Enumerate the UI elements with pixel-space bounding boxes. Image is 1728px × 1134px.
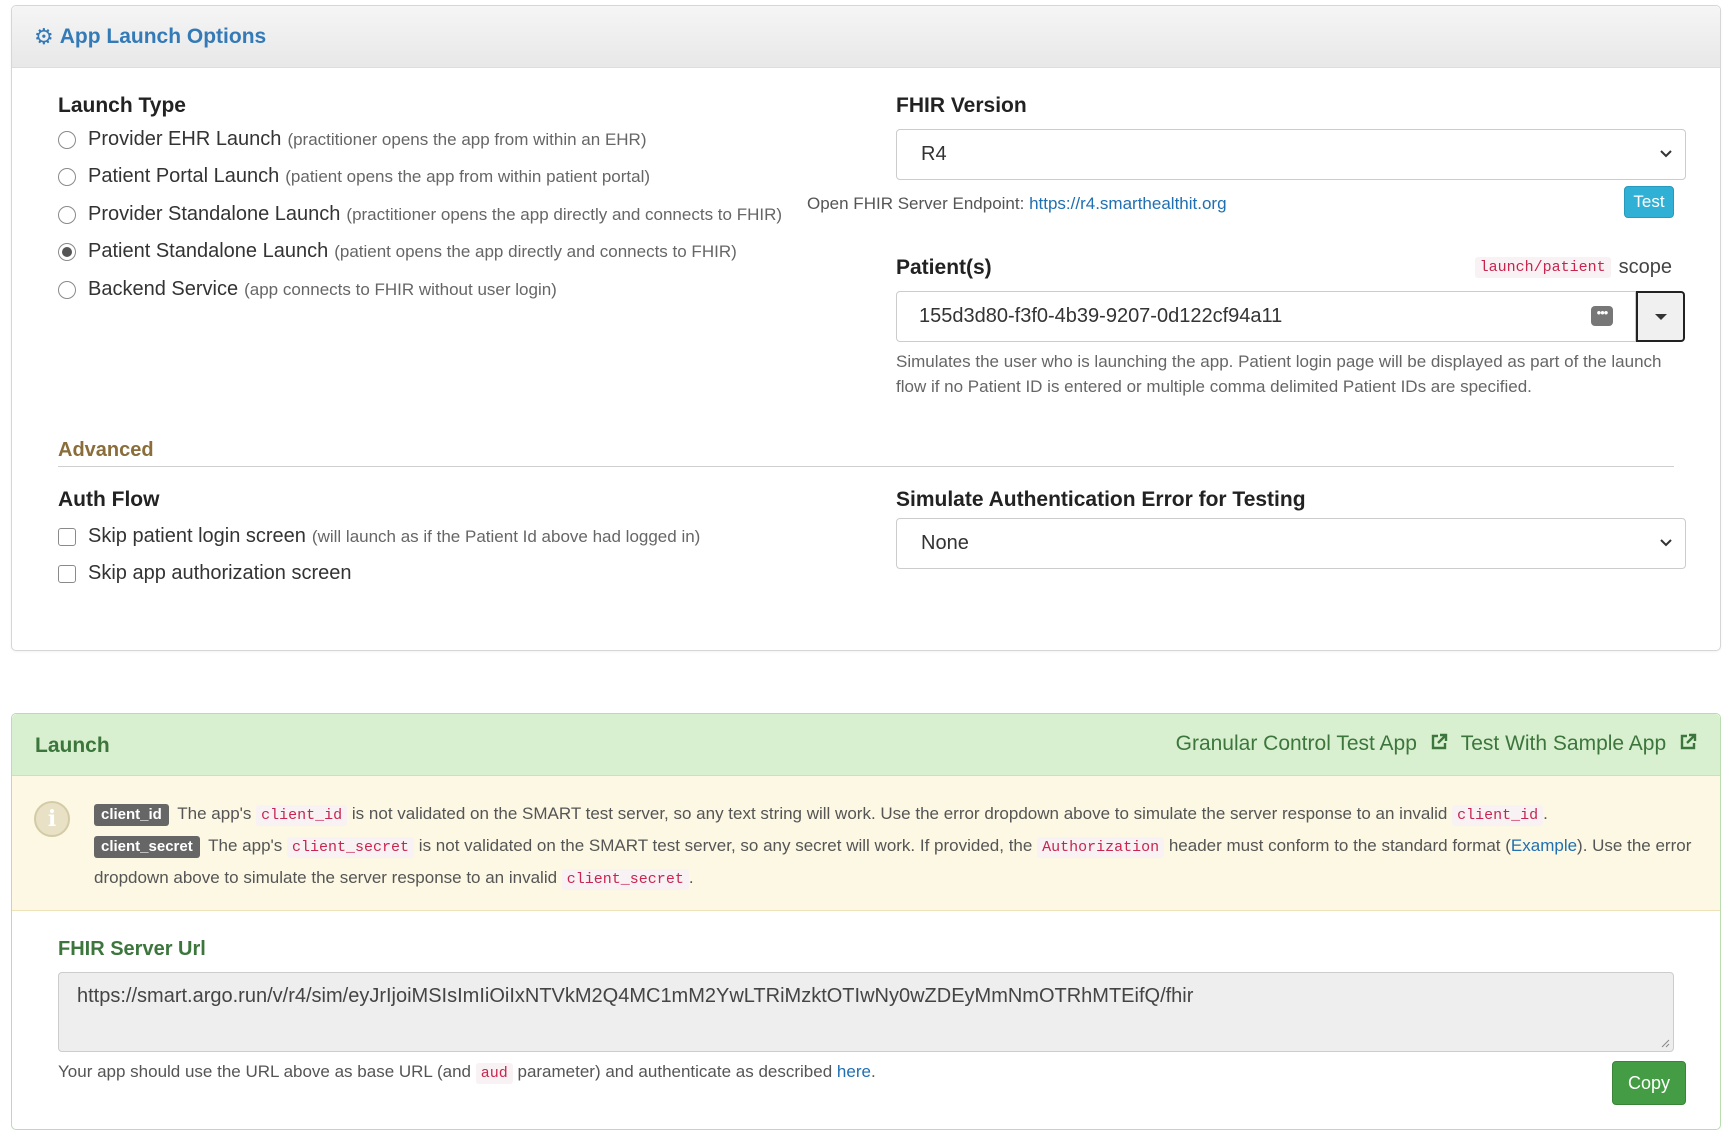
fhir-version-label: FHIR Version xyxy=(896,94,1027,117)
code-aud: aud xyxy=(475,1063,513,1084)
patients-help-text: Simulates the user who is launching the … xyxy=(896,352,1662,396)
radio-provider-standalone-launch[interactable]: Provider Standalone Launch (practitioner… xyxy=(58,203,782,226)
gear-icon: ⚙ xyxy=(34,23,54,49)
scope-word: scope xyxy=(1618,256,1672,278)
chevron-down-icon xyxy=(1660,539,1672,547)
auth-error-label: Simulate Authentication Error for Testin… xyxy=(896,488,1306,511)
fhir-server-url-label: FHIR Server Url xyxy=(58,938,206,960)
fhir-version-select[interactable]: R4 xyxy=(896,129,1686,180)
radio-button[interactable] xyxy=(58,280,76,299)
app-launch-options-panel: ⚙ App Launch Options Launch Type Provide… xyxy=(11,5,1721,651)
radio-label: Provider EHR Launch xyxy=(88,128,282,150)
radio-patient-standalone-launch[interactable]: Patient Standalone Launch (patient opens… xyxy=(58,240,737,263)
patient-id-input[interactable]: 155d3d80-f3f0-4b39-9207-0d122cf94a11 ••• xyxy=(896,291,1636,342)
fhir-version-value: R4 xyxy=(921,143,947,165)
code-authorization: Authorization xyxy=(1037,837,1165,858)
help-text-fragment: Your app should use the URL above as bas… xyxy=(58,1062,471,1081)
info-text-fragment: header must conform to the standard form… xyxy=(1168,836,1511,855)
fhir-endpoint-text: Open FHIR Server Endpoint: https://r4.sm… xyxy=(807,194,1227,214)
scope-code: launch/patient xyxy=(1474,257,1611,278)
code-client-id: client_id xyxy=(1452,805,1544,826)
example-link[interactable]: Example xyxy=(1511,836,1577,855)
code-client-secret: client_secret xyxy=(561,869,689,890)
external-link-icon xyxy=(1680,733,1697,750)
patient-picker-dropdown-button[interactable] xyxy=(1636,291,1685,342)
fhir-server-url-textarea[interactable]: https://smart.argo.run/v/r4/sim/eyJrIjoi… xyxy=(58,972,1674,1052)
info-icon: i xyxy=(34,801,70,837)
advanced-heading: Advanced xyxy=(58,439,154,461)
auth-error-value: None xyxy=(921,532,969,554)
link-label: Granular Control Test App xyxy=(1175,732,1417,755)
radio-hint: (practitioner opens the app directly and… xyxy=(346,204,783,224)
fhir-server-url-value: https://smart.argo.run/v/r4/sim/eyJrIjoi… xyxy=(77,985,1194,1007)
skip-auth-label: Skip app authorization screen xyxy=(88,562,352,584)
options-panel-header: ⚙ App Launch Options xyxy=(12,6,1720,68)
code-client-secret: client_secret xyxy=(287,837,415,858)
launch-type-label: Launch Type xyxy=(58,94,186,117)
info-text-fragment: is not validated on the SMART test serve… xyxy=(418,836,1033,855)
chevron-down-icon xyxy=(1660,150,1672,158)
caret-down-icon xyxy=(1654,313,1667,320)
patient-id-value: 155d3d80-f3f0-4b39-9207-0d122cf94a11 xyxy=(919,305,1283,327)
launch-panel: Launch Granular Control Test App Test Wi… xyxy=(11,713,1721,1130)
radio-label: Patient Standalone Launch xyxy=(88,240,329,262)
test-with-sample-app-link[interactable]: Test With Sample App xyxy=(1461,732,1698,756)
skip-login-hint: (will launch as if the Patient Id above … xyxy=(311,526,701,546)
radio-button[interactable] xyxy=(58,205,76,224)
radio-button[interactable] xyxy=(58,167,76,186)
scope-note: launch/patient scope xyxy=(1474,256,1672,279)
granular-control-test-app-link[interactable]: Granular Control Test App xyxy=(1176,732,1449,756)
advanced-divider xyxy=(58,466,1674,467)
radio-button-selected[interactable] xyxy=(58,242,76,261)
radio-hint: (practitioner opens the app from within … xyxy=(287,129,647,149)
radio-provider-ehr-launch[interactable]: Provider EHR Launch (practitioner opens … xyxy=(58,128,647,151)
radio-label: Backend Service xyxy=(88,278,239,300)
radio-button[interactable] xyxy=(58,130,76,149)
launch-panel-title: Launch xyxy=(35,734,110,757)
resize-handle-icon[interactable] xyxy=(1660,1038,1670,1048)
external-link-icon xyxy=(1431,733,1447,750)
copy-button[interactable]: Copy xyxy=(1612,1061,1686,1105)
skip-login-checkbox[interactable] xyxy=(58,527,76,546)
options-panel-title: App Launch Options xyxy=(59,24,267,48)
skip-auth-checkbox[interactable] xyxy=(58,564,76,583)
auth-flow-label: Auth Flow xyxy=(58,488,160,511)
auth-error-select[interactable]: None xyxy=(896,518,1686,569)
info-text-fragment: is not validated on the SMART test serve… xyxy=(351,804,1448,823)
radio-hint: (app connects to FHIR without user login… xyxy=(244,279,557,299)
link-label: Test With Sample App xyxy=(1460,732,1667,755)
here-link[interactable]: here xyxy=(837,1062,871,1081)
test-endpoint-button[interactable]: Test xyxy=(1624,186,1674,218)
client-id-badge: client_id xyxy=(94,804,169,826)
info-text: client_id The app's client_id is not val… xyxy=(94,804,1692,890)
radio-label: Patient Portal Launch xyxy=(88,165,280,187)
client-credentials-info: i client_id The app's client_id is not v… xyxy=(12,776,1720,911)
radio-patient-portal-launch[interactable]: Patient Portal Launch (patient opens the… xyxy=(58,165,650,188)
info-text-fragment: The app's xyxy=(208,836,283,855)
radio-hint: (patient opens the app from within patie… xyxy=(285,166,651,186)
radio-hint: (patient opens the app directly and conn… xyxy=(334,241,737,261)
radio-backend-service[interactable]: Backend Service (app connects to FHIR wi… xyxy=(58,278,557,301)
client-secret-badge: client_secret xyxy=(94,836,200,858)
skip-login-label: Skip patient login screen xyxy=(88,525,306,547)
help-text-fragment: parameter) and authenticate as described xyxy=(517,1062,833,1081)
fhir-url-help-text: Your app should use the URL above as bas… xyxy=(58,1062,876,1084)
endpoint-link[interactable]: https://r4.smarthealthit.org xyxy=(1029,194,1226,213)
help-text-fragment: . xyxy=(870,1062,876,1081)
radio-label: Provider Standalone Launch xyxy=(88,203,341,225)
skip-auth-checkbox-row[interactable]: Skip app authorization screen xyxy=(58,562,352,585)
code-client-id: client_id xyxy=(256,805,348,826)
skip-login-checkbox-row[interactable]: Skip patient login screen (will launch a… xyxy=(58,525,700,548)
endpoint-prefix: Open FHIR Server Endpoint: xyxy=(807,194,1025,213)
more-dots-icon[interactable]: ••• xyxy=(1591,306,1613,326)
patients-label: Patient(s) xyxy=(896,256,992,279)
info-text-fragment: The app's xyxy=(177,804,252,823)
launch-header-links: Granular Control Test App Test With Samp… xyxy=(1176,732,1698,756)
